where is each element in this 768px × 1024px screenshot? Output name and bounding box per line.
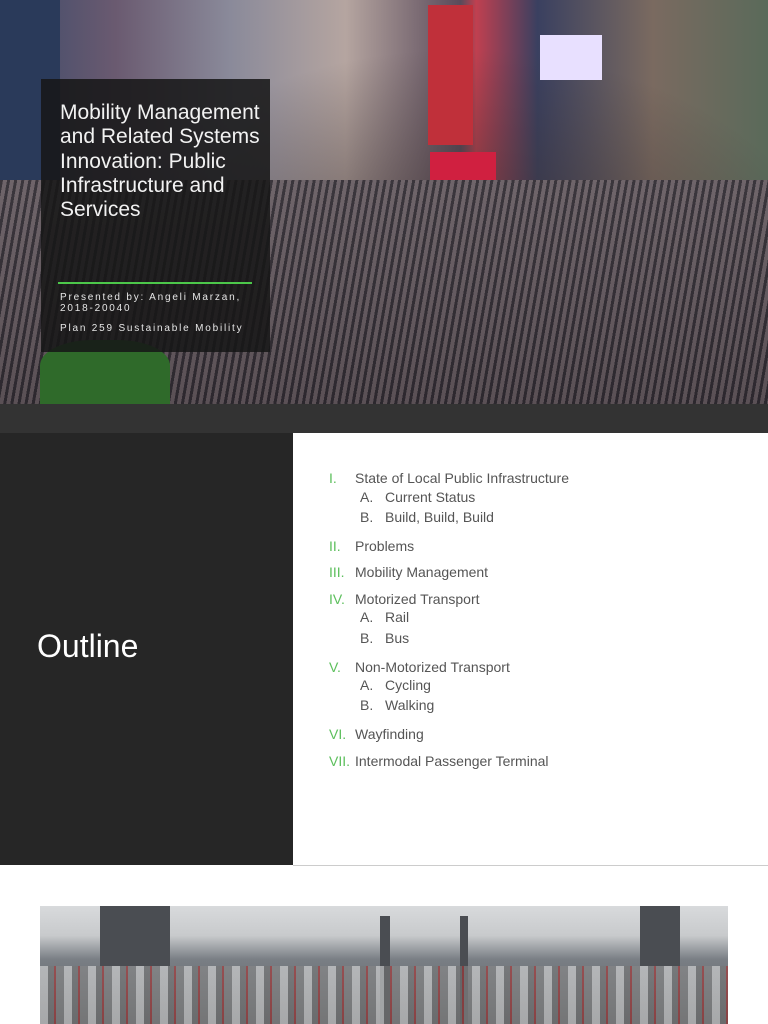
outline-subitem: B. Walking — [360, 697, 434, 713]
outline-number: III. — [329, 564, 345, 580]
course-text: Plan 259 Sustainable Mobility — [60, 323, 244, 334]
subitem-letter: B. — [360, 697, 374, 713]
subitem-label: Rail — [385, 609, 410, 625]
outline-item: III. Mobility Management — [329, 564, 488, 580]
outline-number: II. — [329, 538, 341, 554]
outline-number: V. — [329, 659, 341, 675]
subitem-letter: A. — [360, 489, 374, 505]
subitem-label: Cycling — [385, 677, 431, 693]
subitem-label: Bus — [385, 630, 410, 646]
outline-label: Intermodal Passenger Terminal — [355, 753, 549, 769]
outline-subitem: A. Cycling — [360, 677, 431, 693]
accent-divider — [58, 282, 252, 284]
title-box: Mobility Management and Related Systems … — [41, 79, 270, 352]
outline-item: VII. Intermodal Passenger Terminal — [329, 753, 549, 769]
subitem-label: Current Status — [385, 489, 476, 505]
overpass-image — [100, 906, 170, 966]
outline-subitem: B. Build, Build, Build — [360, 509, 494, 525]
outline-subitem: A. Rail — [360, 609, 409, 625]
title-slide: Mobility Management and Related Systems … — [0, 0, 768, 404]
traffic-photo — [40, 906, 728, 1024]
outline-number: VII. — [329, 753, 351, 769]
subitem-label: Walking — [385, 697, 435, 713]
outline-heading: Outline — [37, 628, 139, 664]
subitem-letter: A. — [360, 609, 374, 625]
subitem-letter: A. — [360, 677, 374, 693]
screen-image — [540, 35, 602, 80]
outline-item: IV. Motorized Transport — [329, 591, 480, 607]
traffic-cars-image — [40, 966, 728, 1024]
subitem-letter: B. — [360, 509, 374, 525]
outline-subitem: B. Bus — [360, 630, 409, 646]
outline-label: Non-Motorized Transport — [355, 659, 510, 675]
outline-item: V. Non-Motorized Transport — [329, 659, 510, 675]
outline-subitem: A. Current Status — [360, 489, 475, 505]
overpass-image — [640, 906, 680, 966]
outline-label: Motorized Transport — [355, 591, 480, 607]
subitem-letter: B. — [360, 630, 374, 646]
billboard-image — [428, 5, 473, 145]
outline-label: State of Local Public Infrastructure — [355, 470, 569, 486]
slide-gap — [0, 404, 768, 433]
outline-item: I. State of Local Public Infrastructure — [329, 470, 569, 486]
outline-item: VI. Wayfinding — [329, 726, 424, 742]
outline-label: Wayfinding — [355, 726, 424, 742]
subitem-label: Build, Build, Build — [385, 509, 494, 525]
outline-item: II. Problems — [329, 538, 414, 554]
presenter-text: Presented by: Angeli Marzan, 2018-20040 — [60, 292, 242, 314]
outline-label: Problems — [355, 538, 415, 554]
presentation-title: Mobility Management and Related Systems … — [60, 101, 260, 222]
outline-number: I. — [329, 470, 337, 486]
outline-number: VI. — [329, 726, 347, 742]
outline-label: Mobility Management — [355, 564, 489, 580]
outline-number: IV. — [329, 591, 345, 607]
